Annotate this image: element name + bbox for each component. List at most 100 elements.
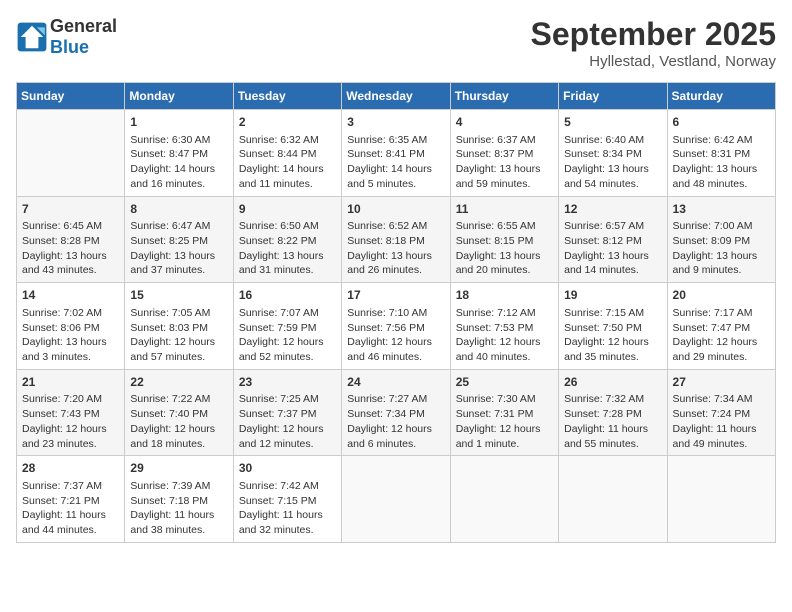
day-info-line: Sunset: 7:18 PM — [130, 494, 227, 509]
day-info-line: Daylight: 13 hours — [673, 162, 770, 177]
day-info-line: Sunset: 7:59 PM — [239, 321, 336, 336]
location: Hyllestad, Vestland, Norway — [531, 53, 776, 70]
day-info-line: and 44 minutes. — [22, 523, 119, 538]
day-info-line: Daylight: 13 hours — [22, 249, 119, 264]
day-info-line: Sunrise: 6:45 AM — [22, 219, 119, 234]
day-info-line: Daylight: 13 hours — [347, 249, 444, 264]
day-info-line: and 5 minutes. — [347, 177, 444, 192]
calendar-cell: 6Sunrise: 6:42 AMSunset: 8:31 PMDaylight… — [667, 110, 775, 197]
calendar-cell: 17Sunrise: 7:10 AMSunset: 7:56 PMDayligh… — [342, 283, 450, 370]
day-info-line: Sunset: 8:37 PM — [456, 147, 553, 162]
day-info-line: Sunrise: 7:34 AM — [673, 392, 770, 407]
day-number: 9 — [239, 201, 336, 218]
day-info-line: Sunset: 7:37 PM — [239, 407, 336, 422]
page-header: General Blue September 2025 Hyllestad, V… — [16, 16, 776, 70]
logo-icon — [16, 21, 48, 53]
calendar-cell — [342, 456, 450, 543]
day-info-line: Sunrise: 6:47 AM — [130, 219, 227, 234]
day-info-line: Daylight: 11 hours — [239, 508, 336, 523]
day-info-line: Sunrise: 7:42 AM — [239, 479, 336, 494]
day-info-line: Sunset: 8:25 PM — [130, 234, 227, 249]
day-info-line: and 20 minutes. — [456, 263, 553, 278]
day-number: 5 — [564, 114, 661, 131]
day-info-line: Daylight: 12 hours — [22, 422, 119, 437]
day-info-line: Sunset: 7:28 PM — [564, 407, 661, 422]
day-info-line: Sunset: 8:06 PM — [22, 321, 119, 336]
day-info-line: Sunrise: 6:55 AM — [456, 219, 553, 234]
calendar-cell: 12Sunrise: 6:57 AMSunset: 8:12 PMDayligh… — [559, 196, 667, 283]
day-info-line: and 49 minutes. — [673, 437, 770, 452]
day-info-line: and 3 minutes. — [22, 350, 119, 365]
day-info-line: Sunrise: 6:37 AM — [456, 133, 553, 148]
day-info-line: and 37 minutes. — [130, 263, 227, 278]
calendar-cell: 19Sunrise: 7:15 AMSunset: 7:50 PMDayligh… — [559, 283, 667, 370]
day-info-line: Sunset: 7:50 PM — [564, 321, 661, 336]
day-info-line: Sunrise: 7:12 AM — [456, 306, 553, 321]
day-info-line: Sunrise: 7:05 AM — [130, 306, 227, 321]
day-info-line: Sunrise: 6:57 AM — [564, 219, 661, 234]
calendar-cell: 9Sunrise: 6:50 AMSunset: 8:22 PMDaylight… — [233, 196, 341, 283]
day-info-line: Sunset: 8:22 PM — [239, 234, 336, 249]
day-info-line: Sunset: 7:31 PM — [456, 407, 553, 422]
day-info-line: Sunrise: 7:27 AM — [347, 392, 444, 407]
day-number: 1 — [130, 114, 227, 131]
day-info-line: Sunrise: 6:52 AM — [347, 219, 444, 234]
day-info-line: Sunrise: 7:39 AM — [130, 479, 227, 494]
day-info-line: Sunset: 7:53 PM — [456, 321, 553, 336]
day-info-line: Sunrise: 6:32 AM — [239, 133, 336, 148]
day-info-line: and 11 minutes. — [239, 177, 336, 192]
day-info-line: Daylight: 12 hours — [130, 335, 227, 350]
day-info-line: Sunrise: 7:37 AM — [22, 479, 119, 494]
day-info-line: Daylight: 11 hours — [564, 422, 661, 437]
day-info-line: Daylight: 13 hours — [22, 335, 119, 350]
day-info-line: and 35 minutes. — [564, 350, 661, 365]
calendar-day-header: Thursday — [450, 83, 558, 110]
day-info-line: and 46 minutes. — [347, 350, 444, 365]
day-info-line: Sunrise: 7:07 AM — [239, 306, 336, 321]
calendar-week-row: 21Sunrise: 7:20 AMSunset: 7:43 PMDayligh… — [17, 369, 776, 456]
day-info-line: Sunset: 7:47 PM — [673, 321, 770, 336]
day-info-line: and 1 minute. — [456, 437, 553, 452]
day-number: 19 — [564, 287, 661, 304]
day-info-line: Sunset: 8:03 PM — [130, 321, 227, 336]
day-info-line: and 18 minutes. — [130, 437, 227, 452]
calendar-cell — [17, 110, 125, 197]
calendar-cell: 15Sunrise: 7:05 AMSunset: 8:03 PMDayligh… — [125, 283, 233, 370]
day-info-line: Daylight: 12 hours — [130, 422, 227, 437]
day-info-line: Sunset: 8:09 PM — [673, 234, 770, 249]
day-info-line: and 40 minutes. — [456, 350, 553, 365]
calendar-cell: 29Sunrise: 7:39 AMSunset: 7:18 PMDayligh… — [125, 456, 233, 543]
day-info-line: Sunrise: 6:35 AM — [347, 133, 444, 148]
day-info-line: and 57 minutes. — [130, 350, 227, 365]
calendar-cell: 11Sunrise: 6:55 AMSunset: 8:15 PMDayligh… — [450, 196, 558, 283]
calendar-cell: 13Sunrise: 7:00 AMSunset: 8:09 PMDayligh… — [667, 196, 775, 283]
day-info-line: Sunrise: 6:30 AM — [130, 133, 227, 148]
day-info-line: Sunset: 8:15 PM — [456, 234, 553, 249]
day-info-line: Daylight: 14 hours — [239, 162, 336, 177]
day-info-line: Sunset: 7:34 PM — [347, 407, 444, 422]
day-info-line: and 26 minutes. — [347, 263, 444, 278]
day-number: 8 — [130, 201, 227, 218]
calendar-cell — [559, 456, 667, 543]
day-info-line: Daylight: 12 hours — [347, 422, 444, 437]
day-info-line: and 52 minutes. — [239, 350, 336, 365]
day-number: 13 — [673, 201, 770, 218]
day-number: 29 — [130, 460, 227, 477]
day-info-line: Sunrise: 6:42 AM — [673, 133, 770, 148]
day-number: 12 — [564, 201, 661, 218]
calendar-cell: 7Sunrise: 6:45 AMSunset: 8:28 PMDaylight… — [17, 196, 125, 283]
day-info-line: Sunset: 8:41 PM — [347, 147, 444, 162]
day-info-line: Sunset: 8:28 PM — [22, 234, 119, 249]
day-info-line: Daylight: 12 hours — [456, 422, 553, 437]
day-number: 23 — [239, 374, 336, 391]
day-number: 14 — [22, 287, 119, 304]
title-block: September 2025 Hyllestad, Vestland, Norw… — [531, 16, 776, 70]
day-number: 27 — [673, 374, 770, 391]
calendar-cell — [450, 456, 558, 543]
calendar-cell: 4Sunrise: 6:37 AMSunset: 8:37 PMDaylight… — [450, 110, 558, 197]
calendar-table: SundayMondayTuesdayWednesdayThursdayFrid… — [16, 82, 776, 543]
day-number: 17 — [347, 287, 444, 304]
day-info-line: Daylight: 12 hours — [239, 335, 336, 350]
day-info-line: Sunrise: 7:25 AM — [239, 392, 336, 407]
calendar-day-header: Saturday — [667, 83, 775, 110]
